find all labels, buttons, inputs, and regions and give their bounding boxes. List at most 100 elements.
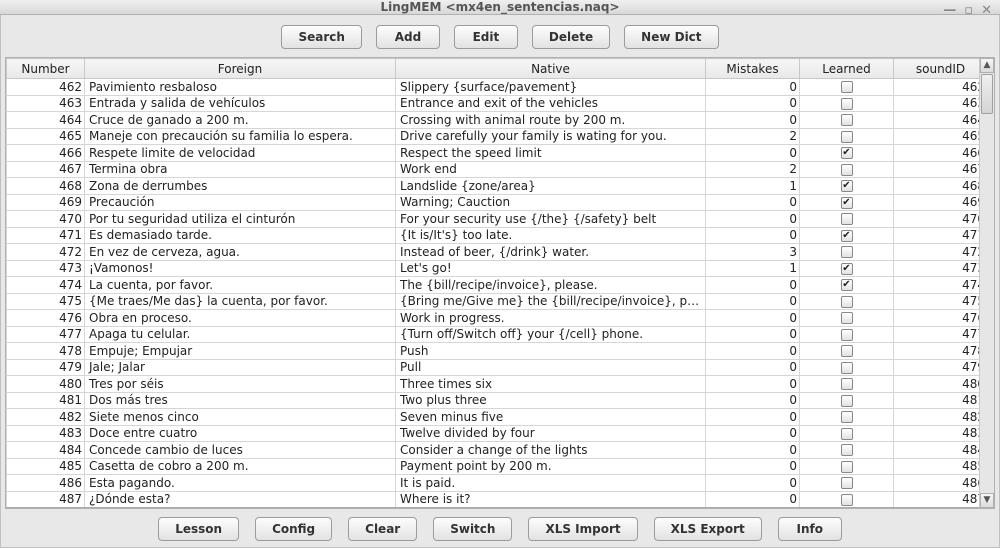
learned-checkbox-icon[interactable] xyxy=(841,362,853,374)
table-row[interactable]: 486Esta pagando.It is paid.0486 xyxy=(7,475,980,492)
learned-checkbox-icon[interactable] xyxy=(841,213,853,225)
close-icon[interactable]: ✕ xyxy=(981,3,992,18)
learned-checkbox-icon[interactable]: ✔ xyxy=(841,147,853,159)
table-row[interactable]: 477Apaga tu celular.{Turn off/Switch off… xyxy=(7,326,980,343)
table-row[interactable]: 472En vez de cerveza, agua.Instead of be… xyxy=(7,244,980,261)
cell-learned[interactable] xyxy=(800,244,894,261)
config-button[interactable]: Config xyxy=(255,517,332,541)
table-row[interactable]: 482Siete menos cincoSeven minus five0482 xyxy=(7,409,980,426)
table-row[interactable]: 466Respete limite de velocidadRespect th… xyxy=(7,145,980,162)
scroll-down-arrow-icon[interactable]: ▼ xyxy=(980,493,994,508)
scrollbar-thumb[interactable] xyxy=(981,74,993,114)
cell-learned[interactable] xyxy=(800,359,894,376)
vertical-scrollbar[interactable]: ▲ ▼ xyxy=(979,58,994,508)
dictionary-table[interactable]: Number Foreign Native Mistakes Learned s… xyxy=(6,58,979,508)
table-row[interactable]: 474La cuenta, por favor.The {bill/recipe… xyxy=(7,277,980,294)
learned-checkbox-icon[interactable] xyxy=(841,164,853,176)
cell-learned[interactable]: ✔ xyxy=(800,277,894,294)
learned-checkbox-icon[interactable] xyxy=(841,444,853,456)
learned-checkbox-icon[interactable] xyxy=(841,114,853,126)
table-row[interactable]: 475{Me traes/Me das} la cuenta, por favo… xyxy=(7,293,980,310)
cell-learned[interactable] xyxy=(800,442,894,459)
col-header-soundid[interactable]: soundID xyxy=(894,59,980,79)
cell-learned[interactable] xyxy=(800,293,894,310)
table-row[interactable]: 478Empuje; EmpujarPush0478 xyxy=(7,343,980,360)
learned-checkbox-icon[interactable]: ✔ xyxy=(841,197,853,209)
cell-learned[interactable] xyxy=(800,211,894,228)
table-header-row[interactable]: Number Foreign Native Mistakes Learned s… xyxy=(7,59,980,79)
learned-checkbox-icon[interactable]: ✔ xyxy=(841,279,853,291)
learned-checkbox-icon[interactable]: ✔ xyxy=(841,230,853,242)
info-button[interactable]: Info xyxy=(778,517,842,541)
search-button[interactable]: Search xyxy=(281,25,361,49)
table-row[interactable]: 471Es demasiado tarde.{It is/It's} too l… xyxy=(7,227,980,244)
table-row[interactable]: 476Obra en proceso.Work in progress.0476 xyxy=(7,310,980,327)
cell-learned[interactable] xyxy=(800,491,894,508)
learned-checkbox-icon[interactable] xyxy=(841,329,853,341)
learned-checkbox-icon[interactable] xyxy=(841,345,853,357)
col-header-mistakes[interactable]: Mistakes xyxy=(706,59,800,79)
col-header-native[interactable]: Native xyxy=(396,59,706,79)
table-row[interactable]: 481Dos más tresTwo plus three0481 xyxy=(7,392,980,409)
cell-learned[interactable] xyxy=(800,95,894,112)
table-row[interactable]: 464Cruce de ganado a 200 m.Crossing with… xyxy=(7,112,980,129)
table-row[interactable]: 487¿Dónde esta?Where is it?0487 xyxy=(7,491,980,508)
table-row[interactable]: 468Zona de derrumbesLandslide {zone/area… xyxy=(7,178,980,195)
table-row[interactable]: 473¡Vamonos!Let's go!1✔473 xyxy=(7,260,980,277)
cell-learned[interactable] xyxy=(800,326,894,343)
new-dict-button[interactable]: New Dict xyxy=(624,25,718,49)
cell-learned[interactable] xyxy=(800,112,894,129)
cell-learned[interactable] xyxy=(800,128,894,145)
col-header-number[interactable]: Number xyxy=(7,59,85,79)
learned-checkbox-icon[interactable] xyxy=(841,246,853,258)
table-row[interactable]: 462Pavimiento resbalosoSlippery {surface… xyxy=(7,79,980,96)
clear-button[interactable]: Clear xyxy=(348,517,417,541)
table-row[interactable]: 485Casetta de cobro a 200 m.Payment poin… xyxy=(7,458,980,475)
learned-checkbox-icon[interactable] xyxy=(841,81,853,93)
cell-learned[interactable] xyxy=(800,475,894,492)
minimize-icon[interactable]: — xyxy=(943,3,956,18)
table-row[interactable]: 479Jale; JalarPull0479 xyxy=(7,359,980,376)
learned-checkbox-icon[interactable] xyxy=(841,461,853,473)
cell-learned[interactable] xyxy=(800,458,894,475)
learned-checkbox-icon[interactable] xyxy=(841,378,853,390)
table-row[interactable]: 484Concede cambio de lucesConsider a cha… xyxy=(7,442,980,459)
table-row[interactable]: 469PrecauciónWarning; Cauction0✔469 xyxy=(7,194,980,211)
cell-learned[interactable]: ✔ xyxy=(800,227,894,244)
learned-checkbox-icon[interactable] xyxy=(841,296,853,308)
scroll-up-arrow-icon[interactable]: ▲ xyxy=(980,58,994,73)
learned-checkbox-icon[interactable] xyxy=(841,494,853,506)
cell-learned[interactable] xyxy=(800,161,894,178)
table-row[interactable]: 470Por tu seguridad utiliza el cinturónF… xyxy=(7,211,980,228)
learned-checkbox-icon[interactable] xyxy=(841,98,853,110)
delete-button[interactable]: Delete xyxy=(532,25,610,49)
table-row[interactable]: 467Termina obraWork end2467 xyxy=(7,161,980,178)
edit-button[interactable]: Edit xyxy=(454,25,518,49)
maximize-icon[interactable]: ▫ xyxy=(964,3,973,18)
table-row[interactable]: 480Tres por séisThree times six0480 xyxy=(7,376,980,393)
col-header-foreign[interactable]: Foreign xyxy=(85,59,396,79)
cell-learned[interactable]: ✔ xyxy=(800,178,894,195)
lesson-button[interactable]: Lesson xyxy=(158,517,239,541)
cell-learned[interactable] xyxy=(800,409,894,426)
table-row[interactable]: 465Maneje con precaución su familia lo e… xyxy=(7,128,980,145)
learned-checkbox-icon[interactable] xyxy=(841,477,853,489)
cell-learned[interactable] xyxy=(800,376,894,393)
learned-checkbox-icon[interactable] xyxy=(841,411,853,423)
cell-learned[interactable] xyxy=(800,310,894,327)
table-row[interactable]: 483Doce entre cuatroTwelve divided by fo… xyxy=(7,425,980,442)
learned-checkbox-icon[interactable]: ✔ xyxy=(841,180,853,192)
xls-export-button[interactable]: XLS Export xyxy=(654,517,762,541)
learned-checkbox-icon[interactable] xyxy=(841,131,853,143)
cell-learned[interactable]: ✔ xyxy=(800,145,894,162)
table-row[interactable]: 463Entrada y salida de vehículosEntrance… xyxy=(7,95,980,112)
cell-learned[interactable] xyxy=(800,392,894,409)
learned-checkbox-icon[interactable]: ✔ xyxy=(841,263,853,275)
cell-learned[interactable]: ✔ xyxy=(800,260,894,277)
cell-learned[interactable]: ✔ xyxy=(800,194,894,211)
learned-checkbox-icon[interactable] xyxy=(841,312,853,324)
add-button[interactable]: Add xyxy=(376,25,440,49)
switch-button[interactable]: Switch xyxy=(433,517,512,541)
cell-learned[interactable] xyxy=(800,79,894,96)
cell-learned[interactable] xyxy=(800,425,894,442)
